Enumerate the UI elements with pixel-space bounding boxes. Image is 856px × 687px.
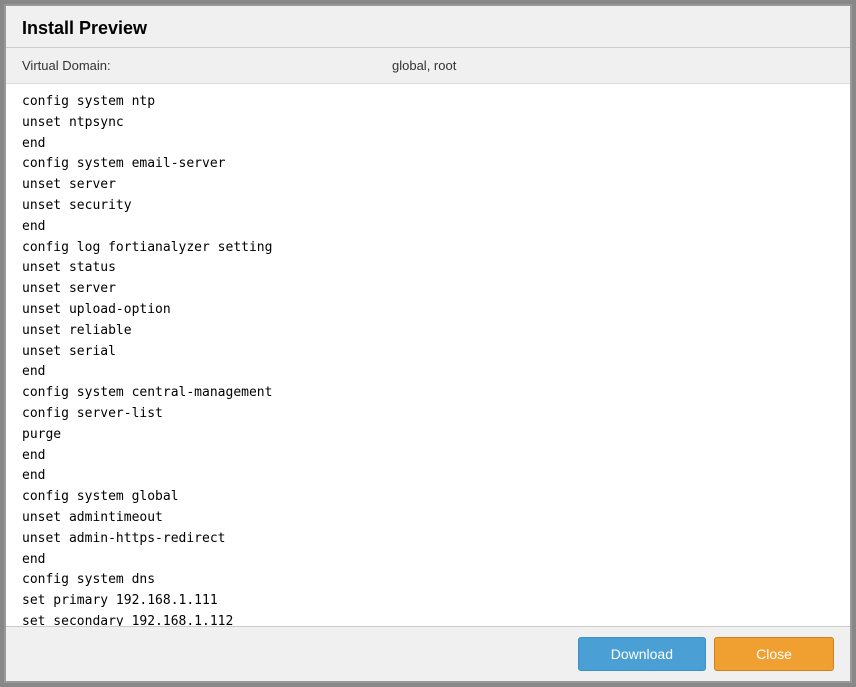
virtual-domain-label: Virtual Domain: — [22, 58, 142, 73]
virtual-domain-row: Virtual Domain: global, root — [6, 48, 850, 84]
dialog-title: Install Preview — [22, 18, 147, 38]
dialog-body: Virtual Domain: global, root config syst… — [6, 48, 850, 626]
install-preview-dialog: Install Preview Virtual Domain: global, … — [4, 4, 852, 683]
download-button[interactable]: Download — [578, 637, 706, 671]
dialog-footer: Download Close — [6, 626, 850, 681]
dialog-header: Install Preview — [6, 6, 850, 48]
config-content-area[interactable]: config system ntp unset ntpsync end conf… — [6, 84, 850, 626]
virtual-domain-value: global, root — [392, 58, 456, 73]
close-button[interactable]: Close — [714, 637, 834, 671]
config-text: config system ntp unset ntpsync end conf… — [22, 92, 834, 626]
